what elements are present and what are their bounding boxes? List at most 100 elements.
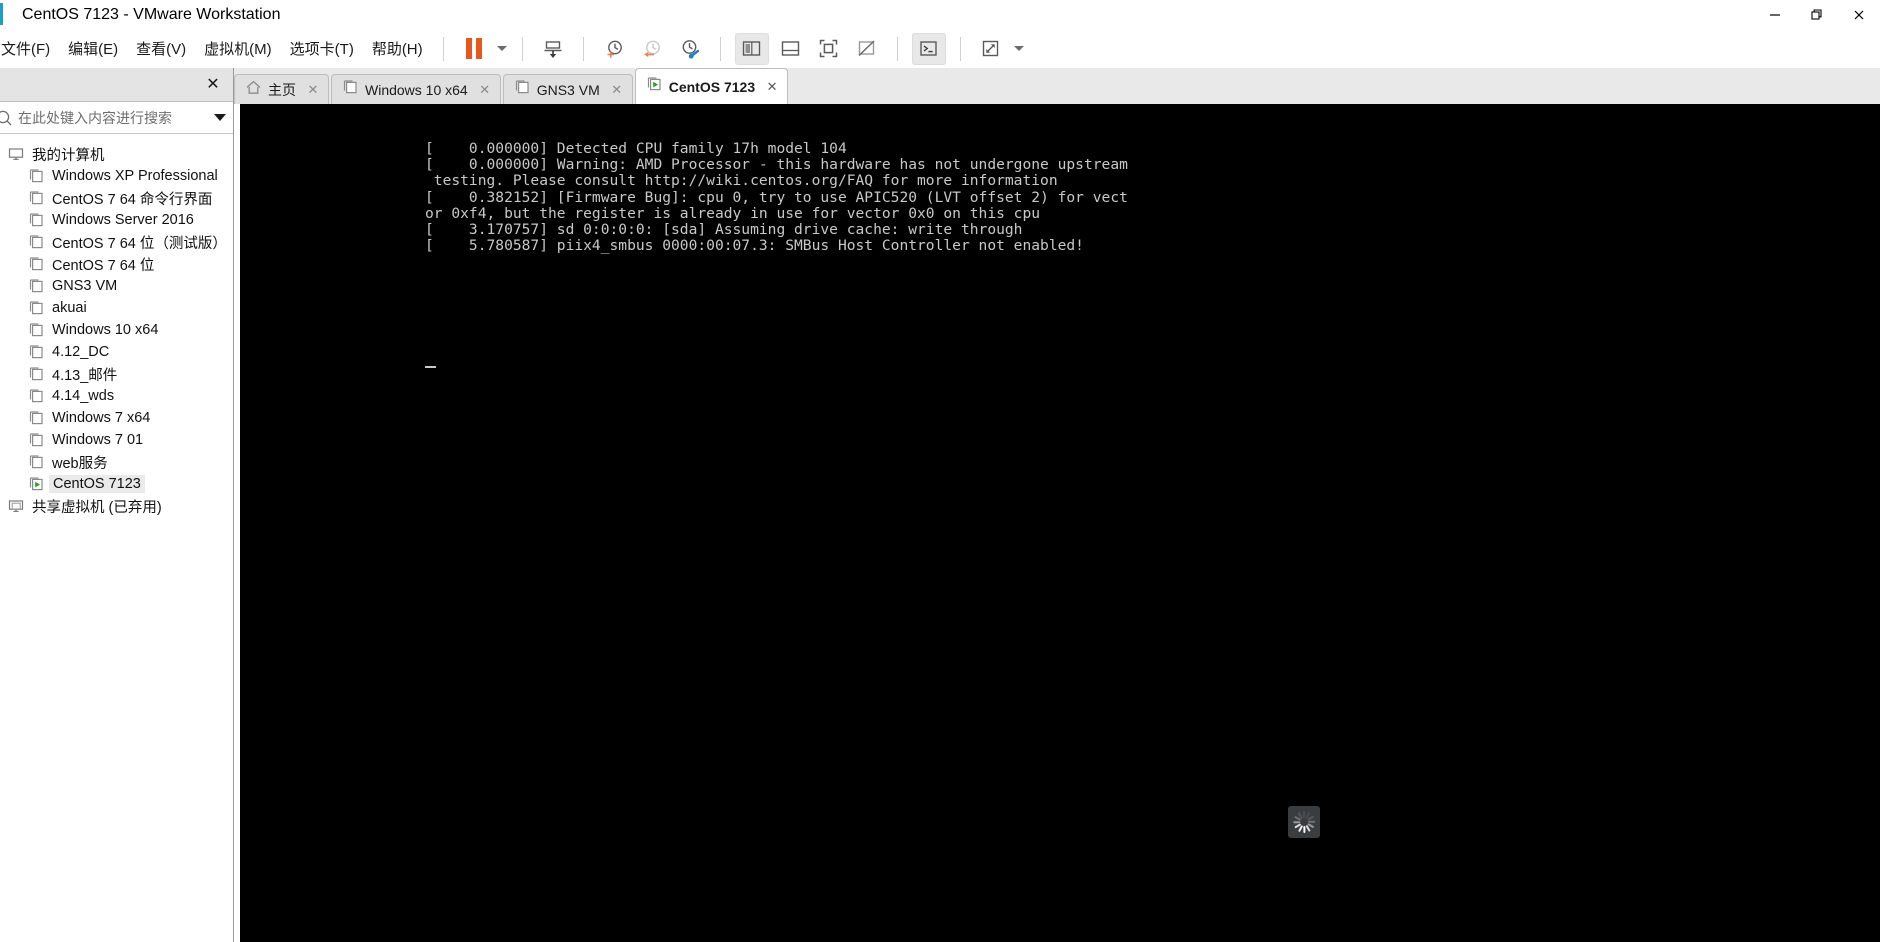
tab-close-icon[interactable]: ✕ (763, 78, 781, 96)
window-title: CentOS 7123 - VMware Workstation (22, 5, 281, 23)
library-tree-item[interactable]: CentOS 7123 (0, 473, 233, 495)
tab-close-icon[interactable]: ✕ (608, 81, 626, 99)
home-icon (245, 79, 262, 101)
library-tree-item[interactable]: Windows XP Professional (0, 165, 233, 187)
home-icon (246, 80, 261, 94)
library-tree-item[interactable]: Windows 10 x64 (0, 319, 233, 341)
library-tree-item-label: Windows Server 2016 (52, 212, 194, 228)
close-icon[interactable] (1838, 0, 1880, 29)
library-tree-item[interactable]: CentOS 7 64 位 (0, 253, 233, 275)
menu-tabs[interactable]: 选项卡(T) (281, 34, 363, 63)
search-input[interactable] (18, 109, 207, 126)
search-dropdown-button[interactable] (207, 114, 233, 121)
library-tree-item[interactable]: CentOS 7 64 位（测试版） (0, 231, 233, 253)
tab-close-icon[interactable]: ✕ (476, 81, 494, 99)
vm-icon (28, 190, 45, 207)
vm-icon (342, 79, 359, 101)
library-tree-item[interactable]: Windows 7 01 (0, 429, 233, 451)
show-thumbnail-bar-button[interactable] (775, 34, 807, 64)
stretch-guest-button[interactable] (975, 34, 1007, 64)
vm-icon (28, 168, 45, 185)
library-tree-item[interactable]: Windows 7 x64 (0, 407, 233, 429)
vm-icon (29, 454, 43, 468)
stretch-icon (982, 40, 999, 57)
snapshot-manager-button[interactable] (674, 34, 706, 64)
unity-off-icon (858, 40, 875, 57)
library-tree-item-label: CentOS 7 64 命令行界面 (52, 191, 213, 208)
toolbar-separator (959, 36, 961, 61)
library-tree-item[interactable]: 4.14_wds (0, 385, 233, 407)
library-tree-item[interactable]: 我的计算机 (0, 143, 233, 165)
chevron-down-icon (496, 46, 507, 51)
show-library-button[interactable] (734, 32, 769, 65)
library-tree-item-label: CentOS 7123 (49, 475, 145, 493)
library-tree-item[interactable]: GNS3 VM (0, 275, 233, 297)
spinner-blade (1303, 826, 1306, 833)
tab-GNS3 VM[interactable]: GNS3 VM ✕ (502, 74, 633, 104)
vm-icon (29, 212, 43, 226)
library-tree-item[interactable]: akuai (0, 297, 233, 319)
library-tree-item-label: 我的计算机 (32, 147, 105, 164)
library-tree-item-label: 共享虚拟机 (已弃用) (32, 499, 162, 516)
menu-file[interactable]: 文件(F) (0, 34, 59, 63)
snapshot-manage-icon (682, 39, 699, 59)
pause-vm-button[interactable] (458, 34, 490, 64)
menu-vm[interactable]: 虚拟机(M) (195, 34, 281, 63)
chevron-down-icon (214, 114, 226, 121)
unity-mode-button[interactable] (851, 34, 883, 64)
tab-Windows 10 x64[interactable]: Windows 10 x64 ✕ (331, 74, 501, 104)
library-tree-item-label: CentOS 7 64 位 (52, 257, 155, 274)
computer-icon (8, 146, 25, 163)
library-tree-item-label: web服务 (52, 455, 108, 472)
vm-icon (28, 300, 45, 317)
library-tree-item[interactable]: 共享虚拟机 (已弃用) (0, 495, 233, 517)
vm-icon (28, 256, 45, 273)
tab-主页[interactable]: 主页 ✕ (234, 74, 329, 104)
library-tree-item[interactable]: Windows Server 2016 (0, 209, 233, 231)
tab-close-icon[interactable]: ✕ (304, 81, 322, 99)
library-tree-item[interactable]: CentOS 7 64 命令行界面 (0, 187, 233, 209)
library-tree-item-label: akuai (52, 300, 87, 316)
library-panel: ✕ 我的计算机 Windows XP Professional CentOS 7 6… (0, 68, 234, 942)
title-bar: CentOS 7123 - VMware Workstation (0, 0, 1880, 29)
vm-icon (29, 300, 43, 314)
library-tree-item[interactable]: web服务 (0, 451, 233, 473)
menu-help[interactable]: 帮助(H) (363, 34, 432, 63)
power-dropdown-button[interactable] (493, 34, 511, 64)
library-tree-item[interactable]: 4.13_邮件 (0, 363, 233, 385)
vm-icon (29, 234, 43, 248)
tab-label: 主页 (268, 81, 296, 98)
menu-view[interactable]: 查看(V) (127, 34, 195, 63)
restore-icon[interactable] (1796, 0, 1838, 29)
transfer-down-icon (544, 40, 562, 58)
minimize-icon[interactable] (1754, 0, 1796, 29)
library-tree-item-label: 4.12_DC (52, 344, 110, 360)
stretch-dropdown-button[interactable] (1010, 34, 1028, 64)
busy-spinner-icon (1288, 806, 1320, 838)
terminal-icon (920, 41, 937, 56)
library-tree-item[interactable]: 4.12_DC (0, 341, 233, 363)
vm-console[interactable]: [ 0.000000] Detected CPU family 17h mode… (240, 104, 1880, 942)
snapshot-add-icon (607, 40, 622, 58)
toolbar-separator (582, 36, 584, 61)
menu-edit[interactable]: 编辑(E) (59, 34, 127, 63)
full-screen-button[interactable] (813, 34, 845, 64)
vm-icon (29, 410, 43, 424)
tab-CentOS 7123[interactable]: CentOS 7123 ✕ (634, 68, 789, 104)
send-ctrl-alt-del-button[interactable] (537, 34, 569, 64)
vm-icon (28, 366, 45, 383)
vm-icon (28, 454, 45, 471)
library-close-button[interactable]: ✕ (203, 74, 223, 94)
vm-icon (29, 168, 43, 182)
take-snapshot-button[interactable] (598, 34, 630, 64)
window-controls (1754, 0, 1880, 29)
toolbar-separator (521, 36, 523, 61)
revert-snapshot-button[interactable] (636, 34, 668, 64)
console-cursor (425, 366, 436, 368)
console-view-button[interactable] (911, 32, 946, 65)
chevron-down-icon (1013, 46, 1024, 51)
toolbar-separator (719, 36, 721, 61)
vm-running-icon (29, 476, 43, 490)
vm-running-icon (646, 76, 663, 98)
tab-label: Windows 10 x64 (365, 81, 468, 98)
